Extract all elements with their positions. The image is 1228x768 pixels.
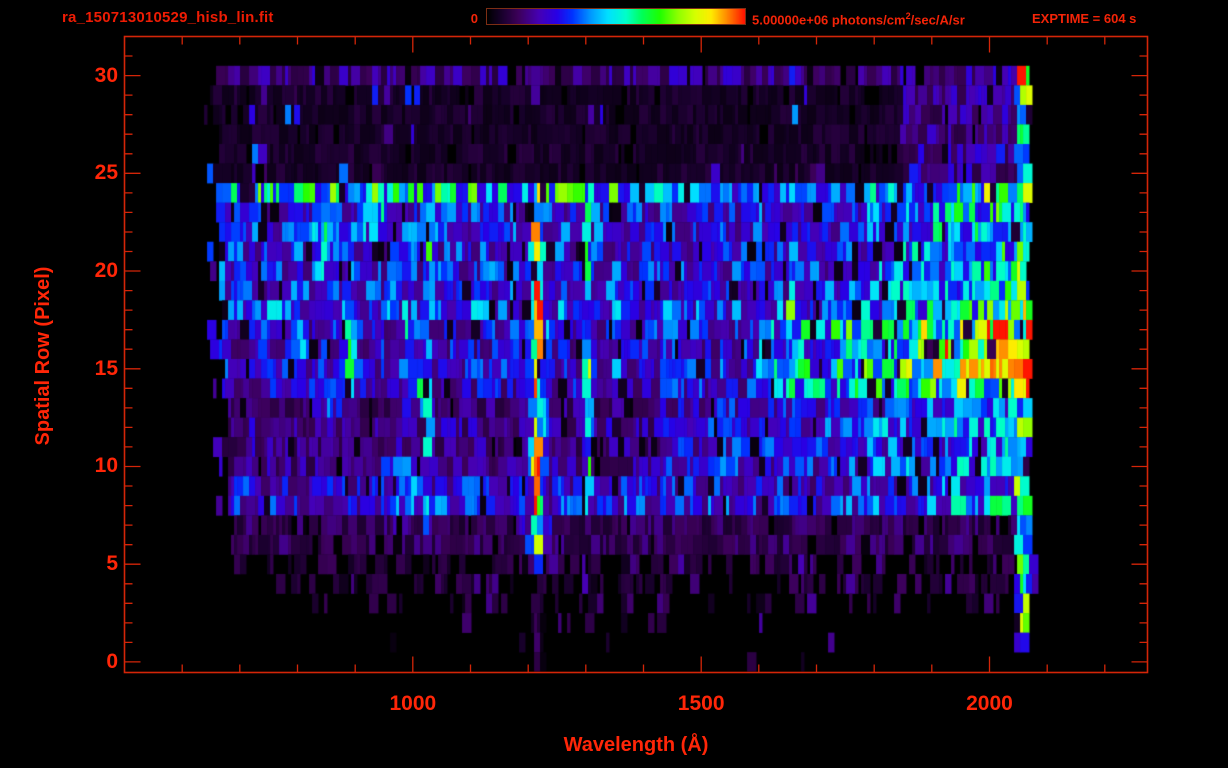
y-tick-label: 10 [58,454,118,478]
x-tick-label: 1500 [661,692,741,716]
y-tick-label: 25 [58,161,118,185]
plot-frame [125,37,1148,673]
y-tick-label: 20 [58,259,118,283]
spectrogram-viewer: ra_150713010529_hisb_lin.fit 0 5.00000e+… [0,0,1228,768]
tick-marks [125,37,1148,673]
y-tick-label: 30 [58,64,118,88]
y-tick-label: 0 [58,650,118,674]
plot-axes [0,0,1228,768]
x-axis-title: Wavelength (Å) [125,734,1147,757]
x-tick-label: 2000 [949,692,1029,716]
y-tick-label: 5 [58,552,118,576]
x-tick-label: 1000 [373,692,453,716]
y-axis-title: Spatial Row (Pixel) [32,206,56,506]
y-tick-label: 15 [58,357,118,381]
